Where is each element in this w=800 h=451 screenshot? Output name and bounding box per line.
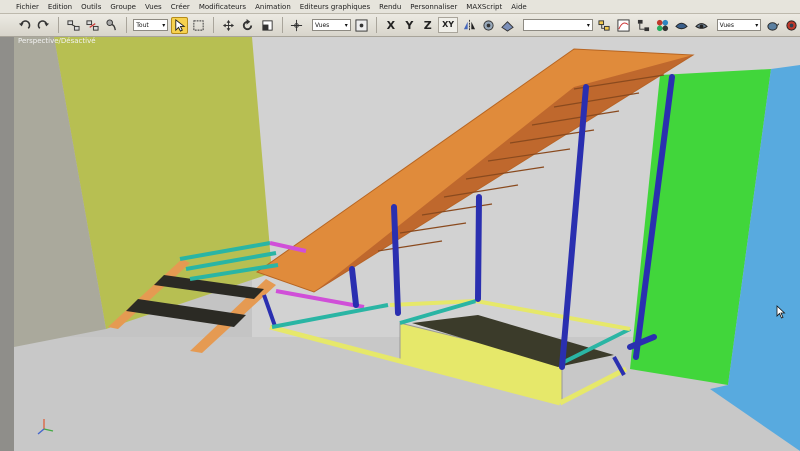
menu-fichier[interactable]: Fichier [16,3,39,11]
toolbar-separator [281,17,283,33]
teapot-icon [767,21,779,31]
layer-manager-button[interactable] [596,17,612,34]
schematic-icon [637,19,649,31]
mouse-cursor-icon [776,305,786,319]
reference-system-value: Vues [314,21,330,29]
align-icon [483,19,494,31]
render-mode-value: Vues [719,21,734,29]
left-panel-edge [0,37,14,451]
selection-filter-value: Tout [136,21,149,29]
menu-personnaliser[interactable]: Personnaliser [410,3,457,11]
menu-aide[interactable]: Aide [511,3,526,11]
move-icon [222,19,234,31]
menu-modificateurs[interactable]: Modificateurs [199,3,246,11]
menu-rendu[interactable]: Rendu [379,3,401,11]
rotate-button[interactable] [240,17,256,34]
manipulate-button[interactable] [288,17,304,34]
reference-system-dropdown[interactable]: Vues ▾ [311,19,351,31]
main-toolbar: Tout ▾ Vues ▾ X Y Z XY ▾ Vues ▾ [0,14,800,37]
move-button[interactable] [220,17,236,34]
unlink-button[interactable] [84,17,100,34]
quick-render-button[interactable] [693,17,709,34]
app-window: Fichier Edition Outils Groupe Vues Créer… [0,0,800,451]
mirror-icon [463,19,475,31]
select-object-button[interactable] [171,16,188,34]
link-button[interactable] [65,17,81,34]
axis-x-button[interactable]: X [383,19,398,32]
redo-button[interactable] [35,17,51,34]
toolbar-separator [126,17,128,33]
menu-animation[interactable]: Animation [255,3,291,11]
menu-edition[interactable]: Edition [48,3,72,11]
unlink-icon [86,19,99,31]
undo-icon [18,19,31,29]
layers-icon [598,19,610,31]
select-icon [175,18,186,32]
menu-editeurs-graphiques[interactable]: Editeurs graphiques [300,3,370,11]
render-setup-button[interactable] [674,17,690,34]
normal-align-button[interactable] [500,17,516,34]
pivot-center-button[interactable] [354,17,370,34]
chevron-down-icon: ▾ [586,21,590,29]
axis-y-button[interactable]: Y [402,19,417,32]
undo-button[interactable] [16,17,32,34]
perspective-viewport[interactable]: Perspective/Désactivé [14,37,800,451]
named-selection-dropdown[interactable]: ▾ [523,19,593,31]
menu-bar: Fichier Edition Outils Groupe Vues Créer… [0,0,800,14]
region-select-icon [193,19,205,31]
align-button[interactable] [480,17,496,34]
render-mode-dropdown[interactable]: Vues ▾ [716,19,762,31]
toolbar-separator [376,17,378,33]
normal-align-icon [501,20,515,32]
axis-xy-button[interactable]: XY [438,17,458,33]
pivot-icon [355,18,369,32]
region-select-button[interactable] [191,17,207,34]
menu-outils[interactable]: Outils [81,3,101,11]
curve-editor-button[interactable] [615,17,631,34]
scale-button[interactable] [259,17,275,34]
material-editor-button[interactable] [654,17,670,34]
menu-creer[interactable]: Créer [171,3,190,11]
selection-filter-dropdown[interactable]: Tout ▾ [133,19,169,31]
curve-editor-icon [617,18,630,32]
bind-space-warp-button[interactable] [104,17,120,34]
chevron-down-icon: ▾ [344,21,348,29]
chevron-down-icon: ▾ [755,21,759,29]
mirror-button[interactable] [461,17,477,34]
schematic-view-button[interactable] [635,17,651,34]
quick-render-icon [695,22,708,29]
rotate-icon [243,18,253,30]
stair-tread-1 [126,299,246,327]
render-setup-icon [675,22,689,29]
material-editor-icon [656,19,669,31]
environment-icon [786,19,798,31]
environment-render-button[interactable] [784,17,800,34]
toolbar-separator [57,17,59,33]
bind-icon [106,18,116,30]
axis-z-button[interactable]: Z [420,19,435,32]
viewport-label[interactable]: Perspective/Désactivé [18,37,96,45]
toolbar-separator [213,17,215,33]
scale-icon [262,19,273,31]
link-icon [67,19,80,31]
manipulate-icon [291,19,303,31]
menu-vues[interactable]: Vues [145,3,162,11]
chevron-down-icon: ▾ [162,21,166,29]
menu-maxscript[interactable]: MAXScript [466,3,502,11]
viewport-scene [14,37,800,451]
menu-groupe[interactable]: Groupe [110,3,136,11]
redo-icon [37,19,50,29]
render-production-button[interactable] [764,17,780,34]
